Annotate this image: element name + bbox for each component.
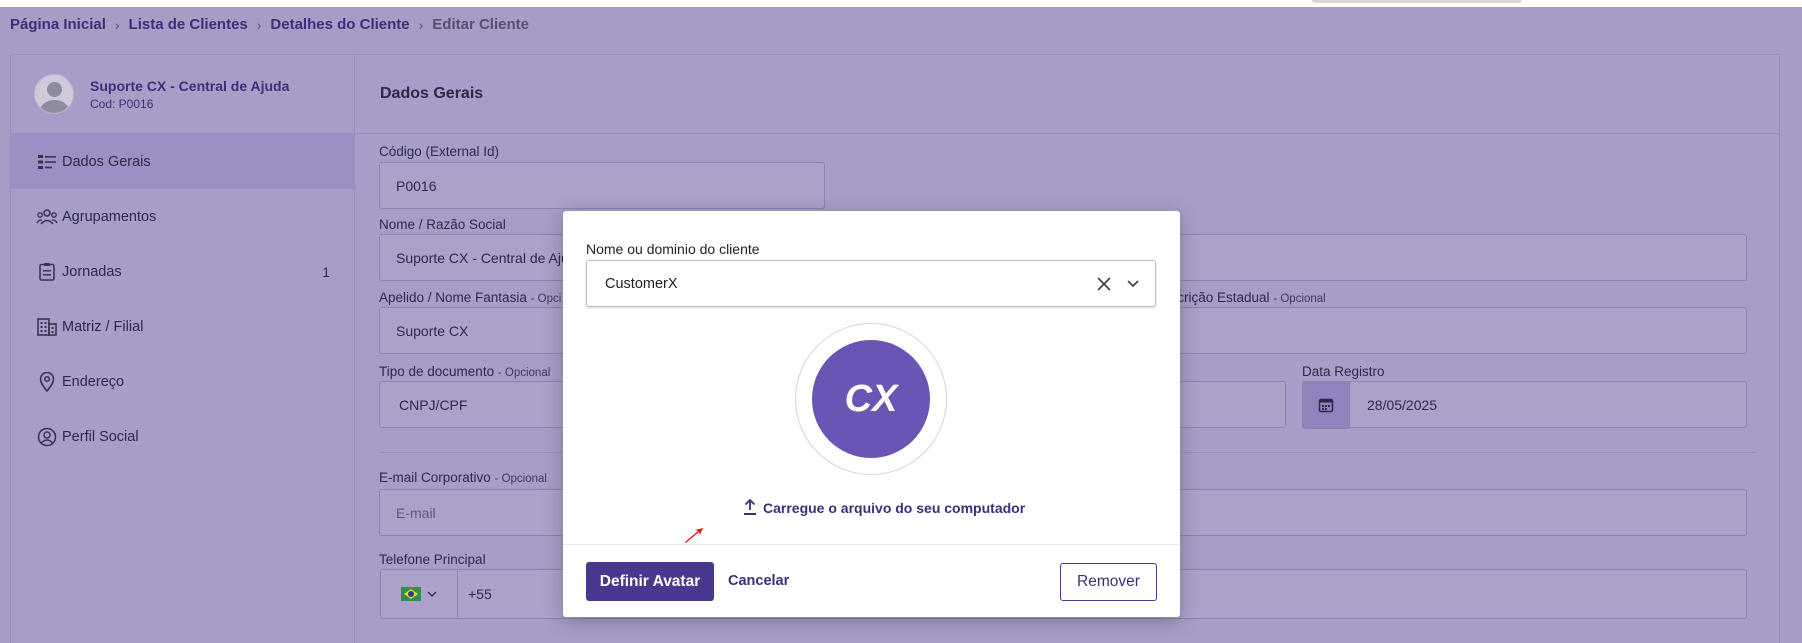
date-label: Data Registro (1302, 364, 1385, 379)
sidebar-item-label: Endereço (62, 373, 125, 390)
modal-divider (563, 544, 1180, 545)
breadcrumb-current: Editar Cliente (432, 16, 529, 33)
phone-label: Telefone Principal (379, 552, 486, 567)
doc-type-label-text: Tipo de documento (379, 364, 495, 379)
state-registration-label: nscrição Estadual - Opcional (1163, 290, 1326, 305)
optional-tag: - Opcional (494, 473, 547, 485)
doc-type-value: CNPJ/CPF (399, 396, 468, 413)
browser-tab-edge (1312, 0, 1522, 3)
breadcrumb-client-details[interactable]: Detalhes do Cliente (270, 16, 409, 33)
client-domain-select[interactable]: CustomerX (586, 260, 1156, 307)
code-label: Código (External Id) (379, 144, 500, 159)
name-value: Suporte CX - Central de Aju (396, 249, 569, 266)
name-label: Nome / Razão Social (379, 217, 506, 232)
pointer-cursor-icon (685, 528, 703, 543)
section-title: Dados Gerais (356, 55, 1780, 134)
brazil-flag-icon (401, 587, 421, 601)
building-icon (36, 316, 58, 338)
email-label-text: E-mail Corporativo (379, 470, 491, 485)
chevron-down-icon (427, 591, 437, 598)
client-domain-label: Nome ou dominio do cliente (586, 241, 760, 257)
breadcrumb-separator: › (418, 16, 424, 33)
remove-button[interactable]: Remover (1060, 563, 1157, 601)
client-name: Suporte CX - Central de Ajuda (90, 77, 290, 94)
avatar-preview: CX (795, 323, 947, 475)
user-circle-icon (36, 426, 58, 448)
code-value: P0016 (396, 177, 437, 194)
sidebar-item-agrupamentos[interactable]: Agrupamentos (11, 189, 354, 244)
nickname-label-text: Apelido / Nome Fantasia (379, 290, 527, 305)
breadcrumb-separator: › (114, 16, 120, 33)
country-code-select[interactable] (380, 569, 458, 619)
calendar-icon (1318, 398, 1334, 413)
date-input[interactable]: 28/05/2025 (1302, 381, 1747, 428)
upload-icon (744, 499, 756, 515)
optional-tag: - Opcional (1273, 293, 1326, 305)
client-code: Cod: P0016 (90, 96, 154, 111)
sidebar-item-label: Agrupamentos (62, 208, 157, 225)
date-value: 28/05/2025 (1367, 396, 1438, 413)
chevron-down-icon[interactable] (1126, 277, 1140, 291)
location-pin-icon (36, 371, 58, 393)
sidebar-item-label: Jornadas (62, 263, 122, 280)
breadcrumb-home[interactable]: Página Inicial (10, 16, 106, 33)
group-icon (36, 206, 58, 228)
clear-icon[interactable] (1095, 275, 1113, 293)
jornadas-count-badge: 1 (322, 263, 330, 280)
avatar-logo-text: CX (845, 379, 900, 419)
calendar-button[interactable] (1302, 381, 1350, 429)
client-profile: Suporte CX - Central de Ajuda Cod: P0016 (11, 55, 354, 134)
upload-link[interactable]: Carregue o arquivo do seu computador (743, 499, 1025, 516)
email-placeholder: E-mail (396, 504, 436, 521)
phone-value: +55 (468, 586, 492, 602)
breadcrumb-separator: › (256, 16, 262, 33)
sidebar-item-perfil-social[interactable]: Perfil Social (11, 409, 354, 464)
optional-tag: - Opcional (497, 367, 551, 379)
list-icon (36, 151, 58, 173)
sidebar-item-jornadas[interactable]: Jornadas 1 (11, 244, 354, 299)
top-strip (0, 0, 1802, 7)
sidebar-item-endereco[interactable]: Endereço (11, 354, 354, 409)
avatar[interactable] (34, 74, 74, 114)
sidebar-item-label: Perfil Social (62, 428, 139, 445)
upload-label: Carregue o arquivo do seu computador (763, 499, 1026, 516)
sidebar: Suporte CX - Central de Ajuda Cod: P0016… (11, 55, 355, 643)
cx-logo: CX (812, 340, 930, 458)
avatar-modal: Nome ou dominio do cliente CustomerX CX … (563, 211, 1180, 617)
sidebar-item-label: Matriz / Filial (62, 318, 144, 335)
optional-tag: - Opci (530, 293, 562, 305)
sidebar-item-matriz-filial[interactable]: Matriz / Filial (11, 299, 354, 354)
breadcrumb-client-list[interactable]: Lista de Clientes (129, 16, 248, 33)
client-domain-value: CustomerX (605, 275, 678, 292)
nickname-label: Apelido / Nome Fantasia - Opci (379, 290, 561, 305)
sidebar-item-label: Dados Gerais (62, 153, 151, 170)
nickname-value: Suporte CX (396, 322, 469, 339)
set-avatar-button[interactable]: Definir Avatar (586, 562, 714, 601)
doc-type-label: Tipo de documento - Opcional (379, 364, 550, 379)
email-label: E-mail Corporativo - Opcional (379, 470, 547, 485)
code-input[interactable]: P0016 (379, 162, 825, 209)
cancel-button[interactable]: Cancelar (728, 573, 789, 589)
clipboard-icon (36, 261, 58, 283)
sidebar-item-dados-gerais[interactable]: Dados Gerais (11, 134, 354, 189)
breadcrumb: Página Inicial › Lista de Clientes › Det… (10, 16, 529, 33)
